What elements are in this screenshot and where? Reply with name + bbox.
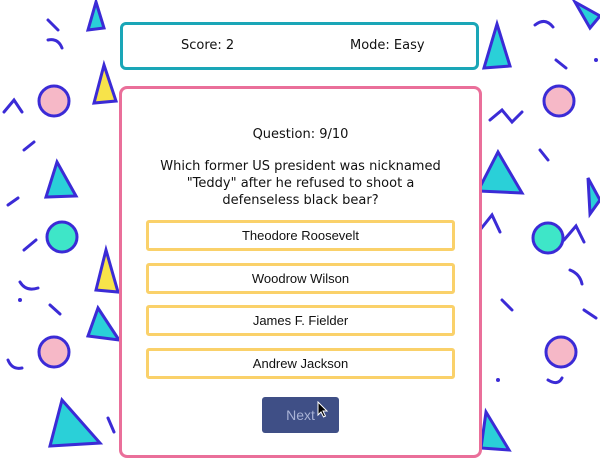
answer-option-2[interactable]: Woodrow Wilson	[146, 263, 455, 294]
answer-option-3[interactable]: James F. Fielder	[146, 305, 455, 336]
answer-option-1[interactable]: Theodore Roosevelt	[146, 220, 455, 251]
answer-option-4[interactable]: Andrew Jackson	[146, 348, 455, 379]
quiz-panel: Question: 9/10 Which former US president…	[119, 86, 482, 458]
question-number: Question: 9/10	[252, 127, 349, 142]
score-panel: Score: 2 Mode: Easy	[120, 22, 479, 70]
question-text: Which former US president was nicknamed …	[160, 159, 441, 208]
mouse-cursor-icon	[317, 401, 329, 418]
score-label: Score: 2	[181, 38, 235, 53]
mode-label: Mode: Easy	[350, 38, 425, 53]
